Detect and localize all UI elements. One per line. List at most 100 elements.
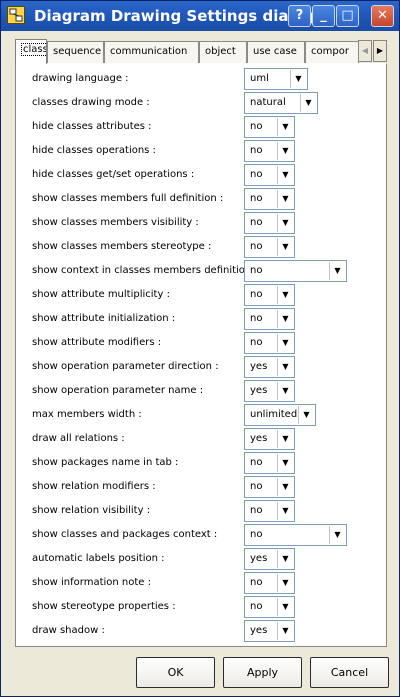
setting-dropdown[interactable]: no ▼ (244, 572, 295, 594)
ok-button[interactable]: OK (136, 657, 215, 688)
setting-value: no (250, 217, 263, 228)
setting-label: show relation modifiers : (32, 481, 156, 492)
chevron-down-icon[interactable]: ▼ (277, 286, 293, 304)
setting-dropdown[interactable]: no ▼ (244, 332, 295, 354)
setting-dropdown[interactable]: no ▼ (244, 212, 295, 234)
setting-value: natural (250, 97, 286, 108)
setting-dropdown[interactable]: yes ▼ (244, 620, 295, 642)
close-button[interactable]: ✕ (371, 5, 394, 27)
setting-label: show operation parameter name : (32, 385, 204, 396)
setting-value: no (250, 601, 263, 612)
maximize-button[interactable]: □ (336, 5, 359, 27)
title-bar[interactable]: Diagram Drawing Settings dialog ? _ □ ✕ (1, 1, 399, 31)
tab-scroll-left-icon[interactable]: ◀ (358, 40, 372, 62)
apply-button[interactable]: Apply (223, 657, 302, 688)
setting-value: no (250, 577, 263, 588)
setting-label: show stereotype properties : (32, 601, 176, 612)
setting-value: no (250, 313, 263, 324)
setting-dropdown[interactable]: yes ▼ (244, 548, 295, 570)
setting-dropdown[interactable]: no ▼ (244, 260, 347, 282)
chevron-down-icon[interactable]: ▼ (277, 358, 293, 376)
setting-label: show attribute initialization : (32, 313, 176, 324)
setting-label: show classes members visibility : (32, 217, 199, 228)
tab-sequence[interactable]: sequence (47, 41, 104, 63)
setting-value: no (250, 289, 263, 300)
setting-value: uml (250, 73, 269, 84)
chevron-down-icon[interactable]: ▼ (277, 166, 293, 184)
chevron-down-icon[interactable]: ▼ (277, 502, 293, 520)
setting-dropdown[interactable]: no ▼ (244, 164, 295, 186)
help-button[interactable]: ? (288, 5, 311, 27)
chevron-down-icon[interactable]: ▼ (277, 454, 293, 472)
setting-value: no (250, 457, 263, 468)
chevron-down-icon[interactable]: ▼ (290, 70, 306, 88)
setting-dropdown[interactable]: no ▼ (244, 476, 295, 498)
tab-component[interactable]: compor (305, 41, 359, 63)
setting-dropdown[interactable]: unlimited ▼ (244, 404, 316, 426)
setting-value: no (250, 337, 263, 348)
chevron-down-icon[interactable]: ▼ (277, 478, 293, 496)
chevron-down-icon[interactable]: ▼ (277, 214, 293, 232)
tab-use-case[interactable]: use case (247, 41, 305, 63)
chevron-down-icon[interactable]: ▼ (300, 94, 316, 112)
setting-label: hide classes operations : (32, 145, 156, 156)
chevron-down-icon[interactable]: ▼ (277, 382, 293, 400)
chevron-down-icon[interactable]: ▼ (277, 310, 293, 328)
tab-communication[interactable]: communication (104, 41, 199, 63)
setting-dropdown[interactable]: no ▼ (244, 236, 295, 258)
setting-value: no (250, 241, 263, 252)
setting-label: show operation parameter direction : (32, 361, 219, 372)
setting-label: draw shadow : (32, 625, 105, 636)
setting-dropdown[interactable]: no ▼ (244, 596, 295, 618)
setting-label: hide classes get/set operations : (32, 169, 195, 180)
setting-label: show classes members full definition : (32, 193, 224, 204)
setting-dropdown[interactable]: yes ▼ (244, 356, 295, 378)
tab-bar: class sequence communication object use … (15, 39, 387, 64)
tab-scroll-right-icon[interactable]: ▶ (373, 40, 387, 62)
setting-label: automatic labels position : (32, 553, 165, 564)
chevron-down-icon[interactable]: ▼ (329, 526, 345, 544)
setting-value: no (250, 481, 263, 492)
setting-label: show classes and packages context : (32, 529, 218, 540)
setting-dropdown[interactable]: yes ▼ (244, 380, 295, 402)
setting-dropdown[interactable]: no ▼ (244, 524, 347, 546)
settings-panel: drawing language : uml ▼ classes drawing mo… (15, 63, 387, 647)
setting-dropdown[interactable]: uml ▼ (244, 68, 308, 90)
setting-label: classes drawing mode : (32, 97, 150, 108)
setting-value: yes (250, 433, 268, 444)
setting-label: show attribute multiplicity : (32, 289, 170, 300)
tab-class[interactable]: class (15, 39, 47, 64)
setting-value: unlimited (250, 409, 298, 420)
chevron-down-icon[interactable]: ▼ (277, 190, 293, 208)
chevron-down-icon[interactable]: ▼ (277, 118, 293, 136)
setting-value: no (250, 145, 263, 156)
setting-label: max members width : (32, 409, 142, 420)
chevron-down-icon[interactable]: ▼ (298, 406, 314, 424)
setting-dropdown[interactable]: no ▼ (244, 140, 295, 162)
setting-dropdown[interactable]: no ▼ (244, 452, 295, 474)
chevron-down-icon[interactable]: ▼ (277, 238, 293, 256)
chevron-down-icon[interactable]: ▼ (277, 430, 293, 448)
minimize-button[interactable]: _ (312, 5, 335, 27)
setting-value: yes (250, 385, 268, 396)
cancel-button[interactable]: Cancel (310, 657, 389, 688)
setting-label: show context in classes members definiti… (32, 265, 258, 276)
setting-dropdown[interactable]: no ▼ (244, 188, 295, 210)
chevron-down-icon[interactable]: ▼ (277, 598, 293, 616)
setting-dropdown[interactable]: no ▼ (244, 284, 295, 306)
chevron-down-icon[interactable]: ▼ (329, 262, 345, 280)
chevron-down-icon[interactable]: ▼ (277, 550, 293, 568)
setting-label: show packages name in tab : (32, 457, 179, 468)
chevron-down-icon[interactable]: ▼ (277, 334, 293, 352)
setting-dropdown[interactable]: natural ▼ (244, 92, 318, 114)
setting-dropdown[interactable]: yes ▼ (244, 428, 295, 450)
tab-object[interactable]: object (199, 41, 247, 63)
setting-dropdown[interactable]: no ▼ (244, 500, 295, 522)
setting-value: no (250, 169, 263, 180)
chevron-down-icon[interactable]: ▼ (277, 622, 293, 640)
chevron-down-icon[interactable]: ▼ (277, 142, 293, 160)
chevron-down-icon[interactable]: ▼ (277, 574, 293, 592)
setting-dropdown[interactable]: no ▼ (244, 116, 295, 138)
setting-dropdown[interactable]: no ▼ (244, 308, 295, 330)
app-icon (7, 6, 25, 24)
